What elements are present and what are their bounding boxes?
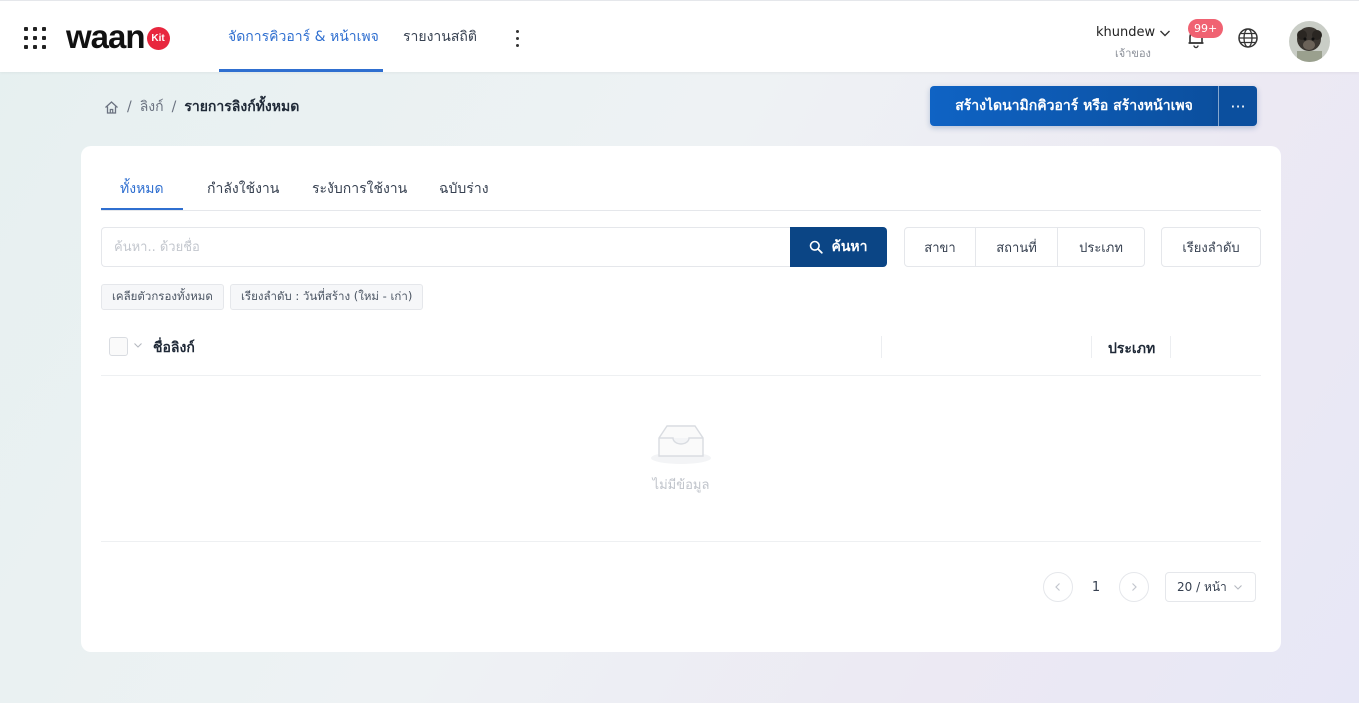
nav-active-indicator: [219, 69, 383, 72]
chevron-right-icon: [1132, 583, 1137, 591]
column-header-type[interactable]: ประเภท: [1108, 338, 1155, 360]
tab-active[interactable]: กำลังใช้งาน: [207, 168, 279, 210]
apps-grid-icon[interactable]: [24, 27, 46, 49]
links-card: ทั้งหมด กำลังใช้งาน ระงับการใช้งาน ฉบับร…: [81, 146, 1281, 652]
breadcrumb-separator: /: [171, 99, 177, 115]
logo-text: waan: [66, 18, 146, 55]
empty-state-text: ไม่มีข้อมูล: [652, 478, 710, 493]
create-qr-page-button[interactable]: สร้างไดนามิกคิวอาร์ หรือ สร้างหน้าเพจ: [930, 86, 1218, 126]
sort-button[interactable]: เรียงลำดับ: [1161, 227, 1261, 267]
column-divider: [881, 336, 882, 358]
chevron-down-icon: [1233, 585, 1242, 590]
page-number[interactable]: 1: [1085, 572, 1107, 602]
status-tabs: ทั้งหมด กำลังใช้งาน ระงับการใช้งาน ฉบับร…: [101, 168, 1261, 211]
table-footer-divider: [101, 541, 1261, 542]
more-vertical-icon[interactable]: [507, 27, 527, 49]
breadcrumb-current: รายการลิงก์ทั้งหมด: [184, 99, 300, 115]
select-all-checkbox[interactable]: [109, 337, 128, 356]
page-size-select[interactable]: 20 / หน้า: [1165, 572, 1256, 602]
column-header-link-name[interactable]: ชื่อลิงก์: [153, 337, 195, 359]
search-button-label: ค้นหา: [831, 239, 868, 255]
logo[interactable]: waan Kit: [66, 19, 170, 55]
search-icon: [810, 240, 824, 254]
sort-order-chip[interactable]: เรียงลำดับ : วันที่สร้าง (ใหม่ - เก่า): [230, 284, 424, 310]
top-bar: waan Kit จัดการคิวอาร์ & หน้าเพจ รายงานส…: [0, 0, 1359, 72]
notification-badge: 99+: [1188, 19, 1224, 38]
breadcrumb: / ลิงก์ / รายการลิงก์ทั้งหมด: [104, 96, 299, 118]
prev-page-button[interactable]: [1043, 572, 1073, 602]
empty-inbox-icon: [651, 425, 711, 464]
column-divider: [1091, 336, 1092, 358]
logo-badge: Kit: [146, 27, 170, 50]
tab-active-indicator: [101, 208, 183, 210]
filter-branch-button[interactable]: สาขา: [905, 228, 976, 266]
table-header: ชื่อลิงก์ ประเภท: [101, 330, 1261, 376]
breadcrumb-separator: /: [127, 99, 132, 115]
nav-statistics-report[interactable]: รายงานสถิติ: [403, 1, 477, 73]
filter-type-button[interactable]: ประเภท: [1058, 228, 1144, 266]
chevron-left-icon: [1055, 583, 1060, 591]
clear-filters-chip[interactable]: เคลียตัวกรองทั้งหมด: [101, 284, 224, 310]
search-input[interactable]: [101, 227, 791, 267]
nav-manage-qr-pages[interactable]: จัดการคิวอาร์ & หน้าเพจ: [228, 1, 379, 73]
filter-location-button[interactable]: สถานที่: [976, 228, 1058, 266]
user-role: เจ้าของ: [1115, 47, 1151, 60]
chevron-down-icon: [1160, 30, 1171, 36]
search-button[interactable]: ค้นหา: [790, 227, 887, 267]
next-page-button[interactable]: [1119, 572, 1149, 602]
user-name: khundew: [1096, 25, 1156, 40]
globe-icon[interactable]: [1237, 27, 1259, 49]
column-divider: [1170, 336, 1171, 358]
page-size-value: 20 / หน้า: [1177, 579, 1227, 594]
home-icon[interactable]: [104, 100, 119, 115]
create-more-button[interactable]: ···: [1218, 86, 1257, 126]
tab-draft[interactable]: ฉบับร่าง: [439, 168, 489, 210]
tab-all[interactable]: ทั้งหมด: [120, 168, 164, 210]
user-menu[interactable]: khundew เจ้าของ: [1096, 25, 1176, 62]
breadcrumb-links[interactable]: ลิงก์: [140, 96, 164, 118]
avatar[interactable]: [1289, 21, 1330, 62]
tab-suspended[interactable]: ระงับการใช้งาน: [312, 168, 407, 210]
chevron-down-icon[interactable]: [133, 340, 143, 350]
filter-group: สาขา สถานที่ ประเภท: [904, 227, 1145, 267]
